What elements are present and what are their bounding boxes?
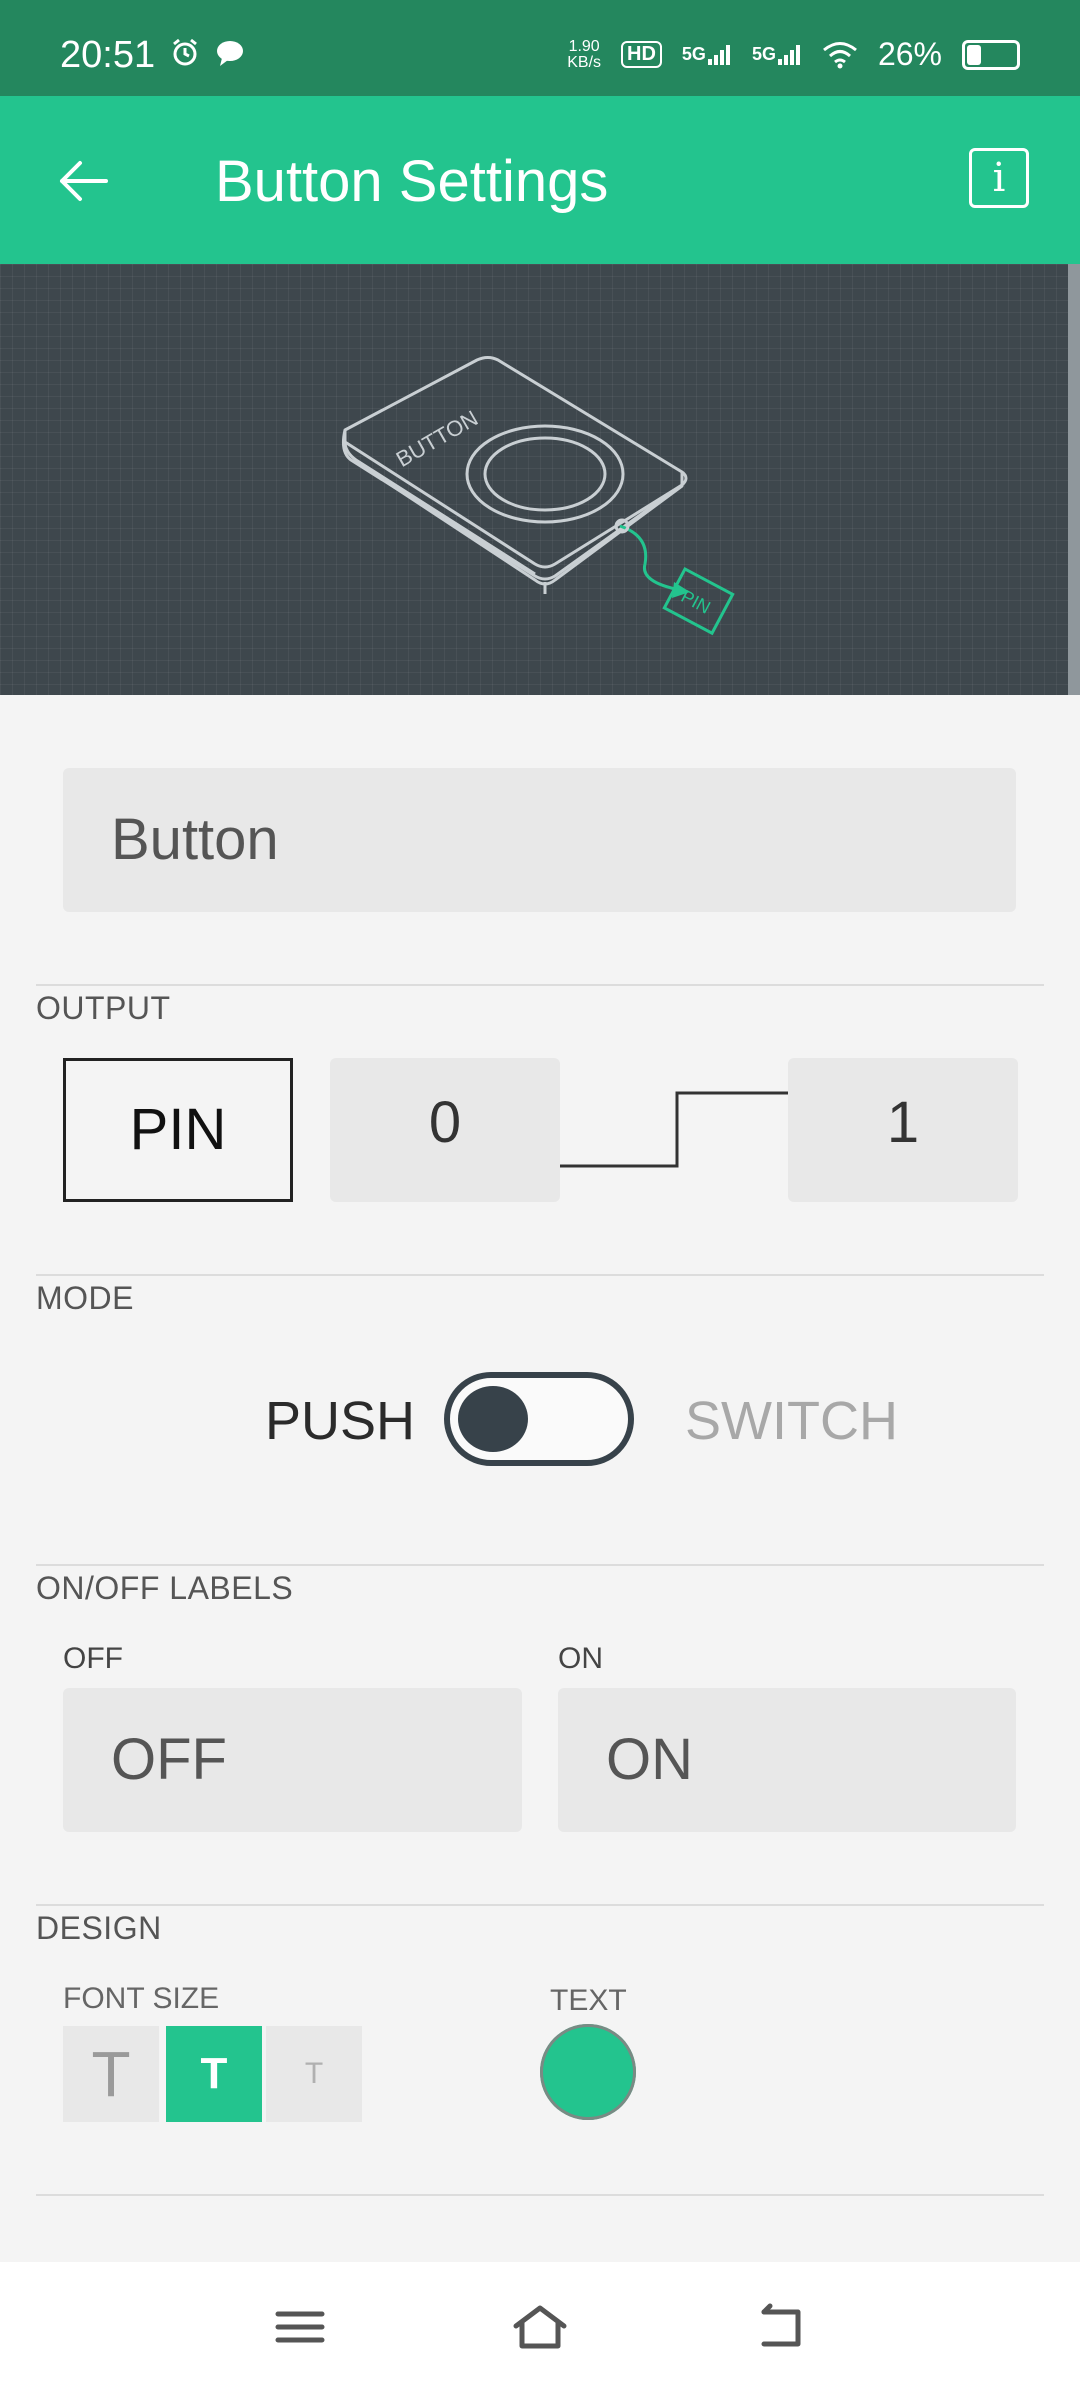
back-arrow-icon[interactable]: [48, 146, 118, 216]
text-color-label: TEXT: [550, 1984, 627, 2017]
button-illustration: BUTTON PIN: [342, 356, 735, 636]
wifi-icon: [823, 41, 857, 68]
signal-sim2-icon: 5G: [752, 44, 802, 65]
system-nav-bar: [0, 2262, 1080, 2388]
on-label-caption: ON: [558, 1642, 603, 1675]
on-label-input[interactable]: ON: [558, 1688, 1016, 1832]
battery-icon: [962, 39, 1020, 70]
battery-level: [967, 44, 981, 65]
off-label-input[interactable]: OFF: [63, 1688, 522, 1832]
mode-section-label: MODE: [36, 1280, 134, 1316]
output-section-label: OUTPUT: [36, 990, 171, 1026]
toggle-knob: [458, 1386, 528, 1452]
design-section-label: DESIGN: [36, 1910, 162, 1946]
widget-name-input[interactable]: Button: [63, 768, 1016, 912]
menu-icon[interactable]: [270, 2302, 330, 2352]
off-label-caption: OFF: [63, 1642, 123, 1675]
alarm-icon: [173, 38, 197, 66]
page-title: Button Settings: [215, 149, 609, 214]
status-time: 20:51: [60, 34, 156, 76]
app-bar: Button Settings i: [0, 96, 1080, 264]
widget-preview: BUTTON PIN: [0, 264, 1068, 695]
network-speed-value: 1.90: [568, 37, 600, 55]
system-status: 1.90 KB/s HD 5G 5G 26%: [567, 36, 1020, 73]
back-icon[interactable]: [750, 2302, 810, 2352]
status-bar: 20:51 1.90 KB/s HD 5G 5G 26%: [0, 0, 1080, 96]
output-low-value-input[interactable]: 0: [330, 1058, 560, 1202]
font-size-label: FONT SIZE: [63, 1982, 220, 2015]
font-size-small-option[interactable]: T: [266, 2026, 362, 2122]
font-size-large-option[interactable]: T: [63, 2026, 159, 2122]
sim2-network-label: 5G: [751, 44, 776, 64]
text-color-picker[interactable]: [540, 2024, 636, 2120]
network-speed: 1.90 KB/s: [567, 37, 602, 71]
output-high-value-input[interactable]: 1: [788, 1058, 1018, 1202]
battery-percent: 26%: [877, 36, 942, 72]
signal-sim1-icon: 5G: [682, 44, 732, 65]
mode-push-label[interactable]: PUSH: [265, 1390, 415, 1452]
hd-voice-icon: HD: [621, 41, 662, 68]
divider: [36, 984, 1044, 986]
network-speed-unit: KB/s: [567, 53, 602, 71]
labels-section-label: ON/OFF LABELS: [36, 1570, 294, 1606]
mode-toggle[interactable]: [444, 1372, 634, 1466]
font-size-medium-option[interactable]: T: [166, 2026, 262, 2122]
info-button[interactable]: i: [969, 148, 1029, 208]
notification-icons: [170, 38, 246, 68]
divider: [36, 2194, 1044, 2196]
divider: [36, 1274, 1044, 1276]
divider: [36, 1564, 1044, 1566]
sim1-network-label: 5G: [681, 44, 706, 64]
preview-scrollbar: [1068, 264, 1080, 695]
message-icon: [217, 41, 243, 66]
pin-select-button[interactable]: PIN: [63, 1058, 293, 1202]
home-icon[interactable]: [510, 2302, 570, 2352]
divider: [36, 1904, 1044, 1906]
mode-switch-label[interactable]: SWITCH: [685, 1390, 898, 1452]
